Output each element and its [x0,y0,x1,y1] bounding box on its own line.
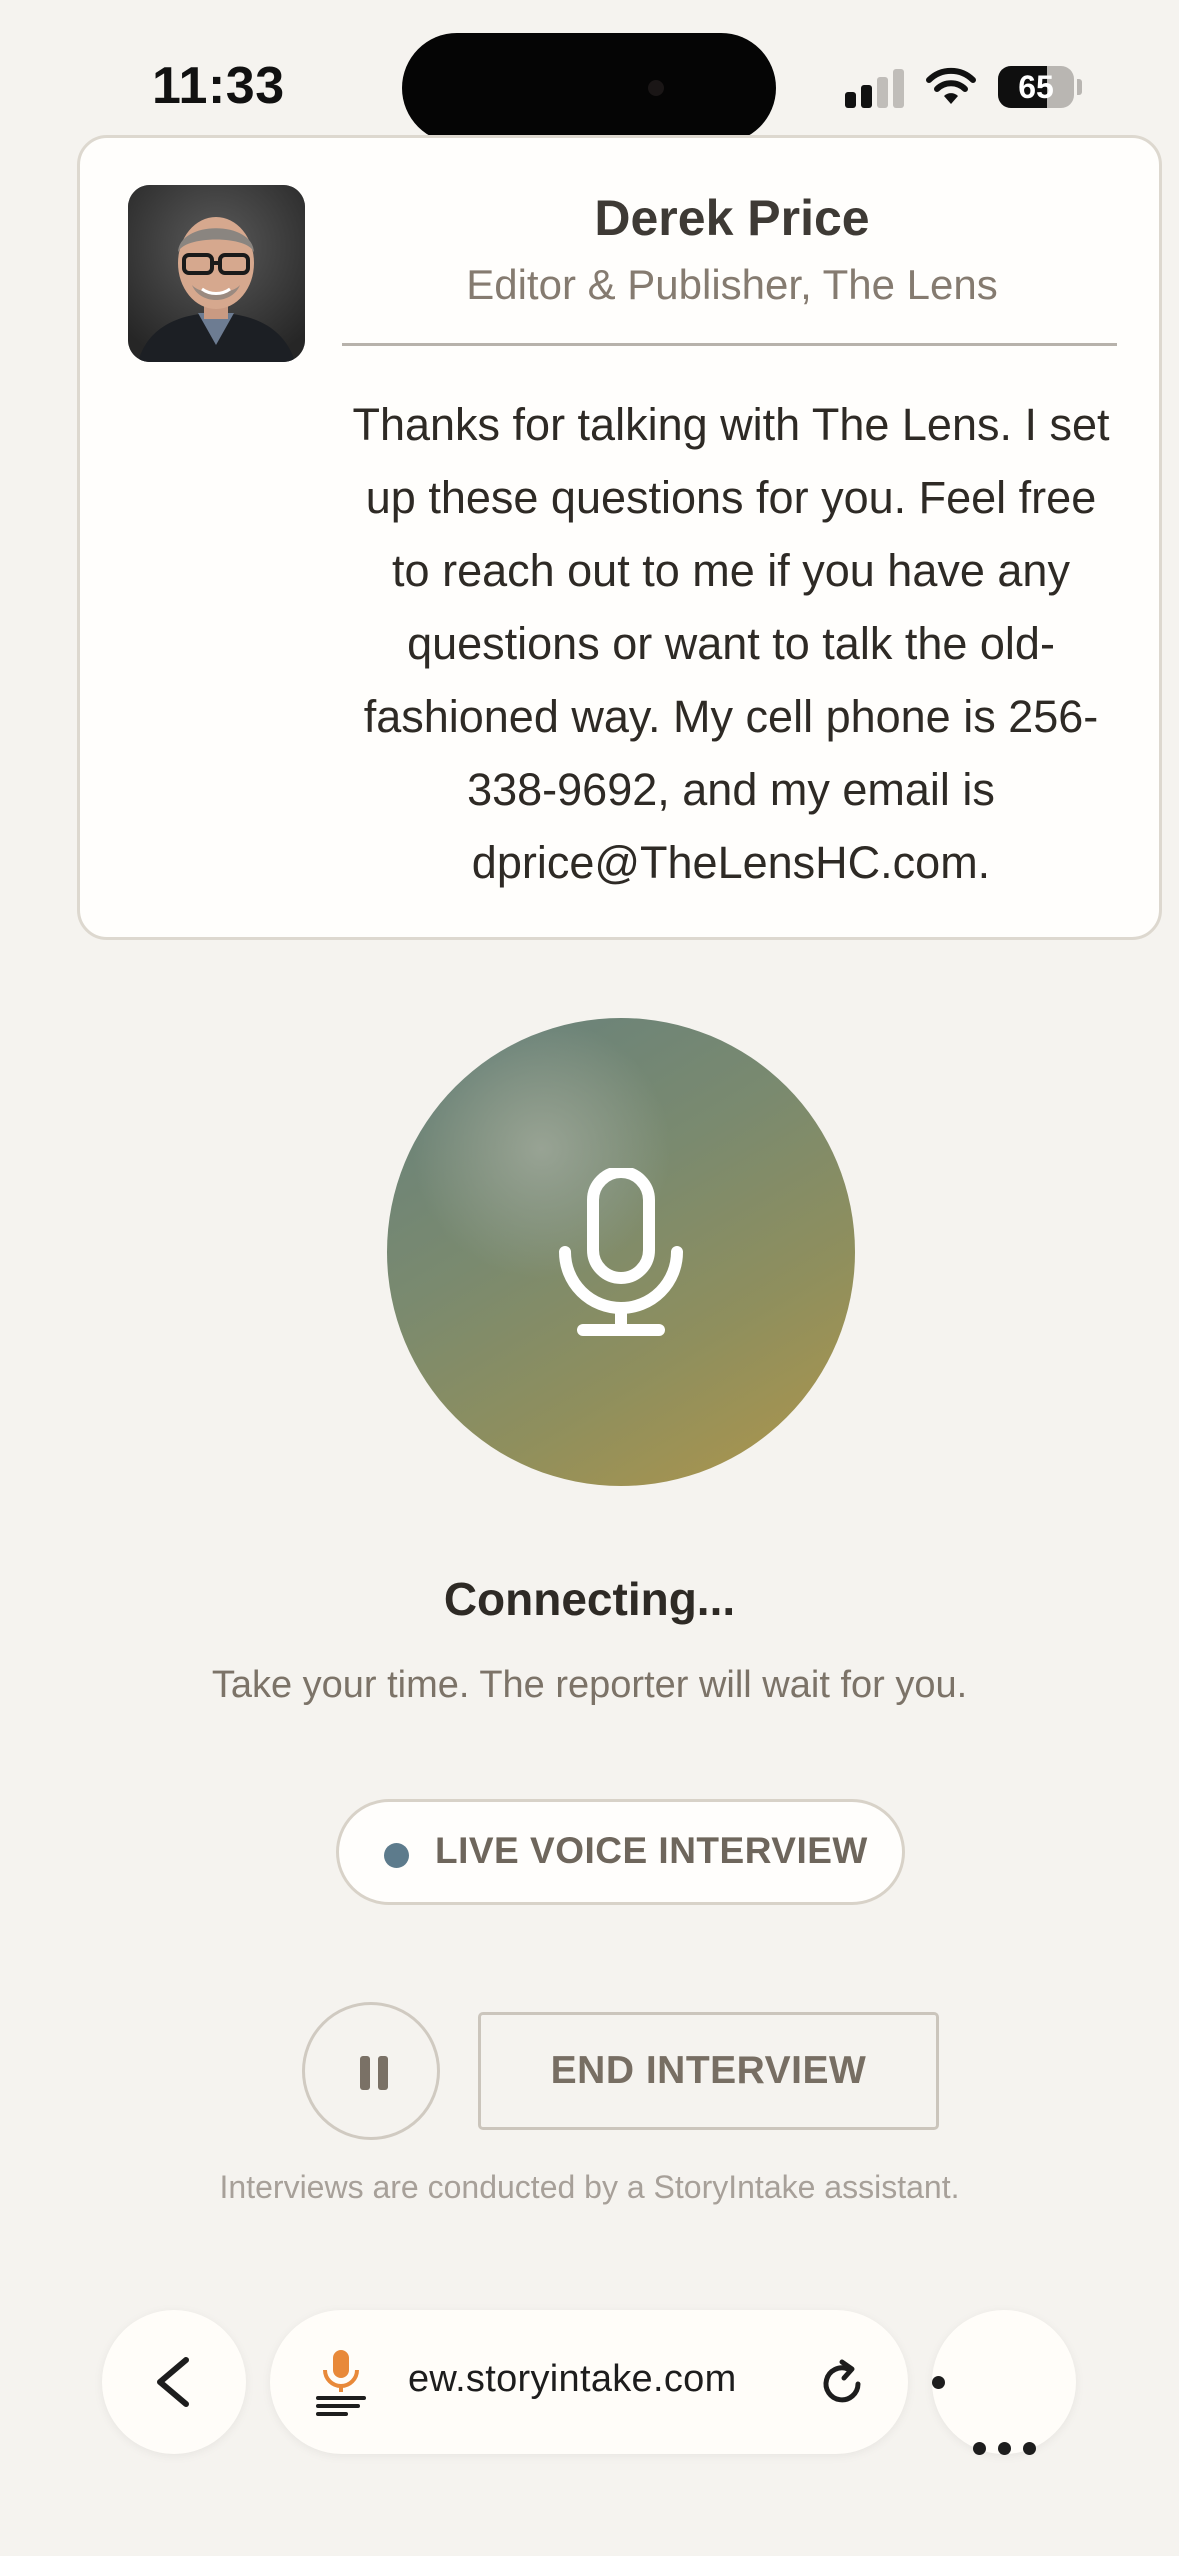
address-bar[interactable]: ew.storyintake.com [270,2310,908,2454]
reporter-message: Thanks for talking with The Lens. I set … [352,399,1110,888]
reporter-card: Derek Price Editor & Publisher, The Lens… [77,135,1162,940]
live-voice-badge: LIVE VOICE INTERVIEW [336,1799,905,1905]
reload-icon[interactable] [818,2358,868,2408]
connection-status: Connecting... [443,1573,736,1625]
chevron-left-icon [157,2357,189,2407]
microphone-icon [559,1168,683,1336]
microphone-lines-icon [316,2350,366,2416]
reporter-avatar [128,185,305,362]
reporter-name: Derek Price [594,190,870,246]
wifi-icon [926,67,976,104]
more-options-button[interactable] [932,2310,1076,2455]
dynamic-island [402,33,776,143]
cellular-signal-icon [845,68,905,108]
reporter-role: Editor & Publisher, The Lens [466,261,998,308]
url-text: ew.storyintake.com [408,2358,737,2400]
live-voice-label: LIVE VOICE INTERVIEW [435,1830,868,1871]
pause-button[interactable] [302,2002,440,2140]
live-status-dot [384,1843,409,1868]
battery-indicator: 65 [998,66,1074,108]
status-subtitle: Take your time. The reporter will wait f… [211,1664,968,1706]
card-divider [342,343,1117,346]
end-interview-button[interactable]: END INTERVIEW [478,2012,939,2130]
assistant-footnote: Interviews are conducted by a StoryIntak… [219,2169,960,2205]
microphone-orb-button[interactable] [387,1018,855,1486]
ellipsis-icon [932,2376,1036,2455]
status-time: 11:33 [152,57,285,115]
back-button[interactable] [102,2310,246,2454]
